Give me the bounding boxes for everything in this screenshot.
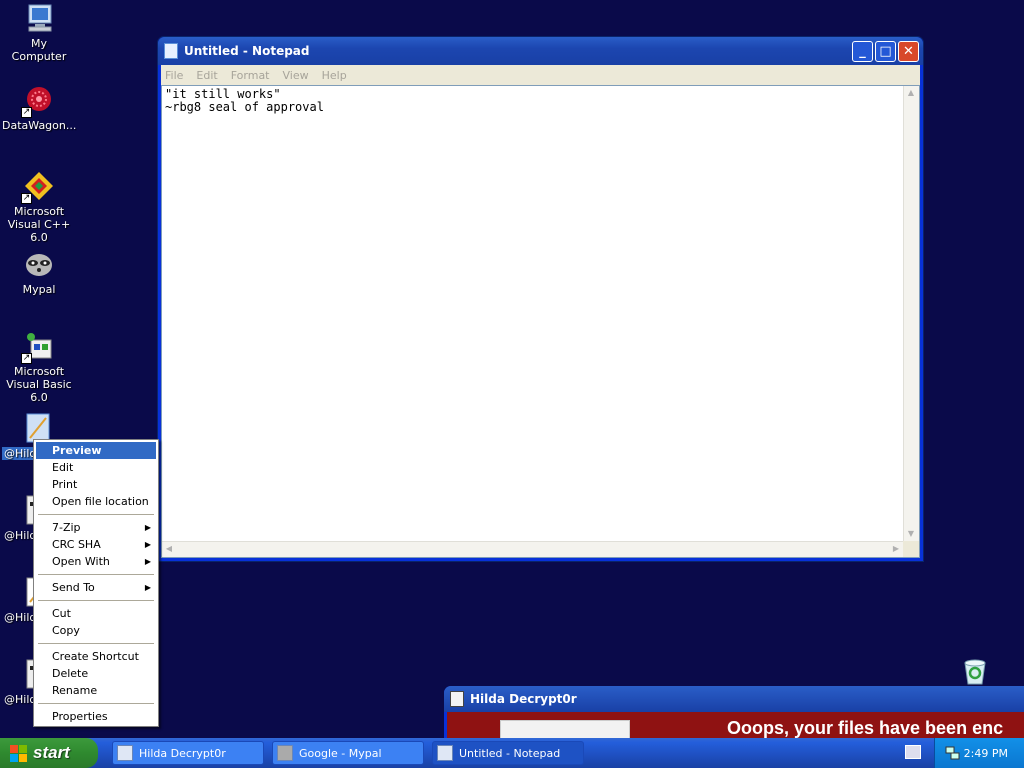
desktop-icon-visual-cpp[interactable]: ↗ Microsoft Visual C++ 6.0: [0, 170, 78, 244]
system-tray: 2:49 PM: [934, 738, 1024, 768]
hilda-decryptor-window[interactable]: Hilda Decrypt0r Ooops, your files have b…: [444, 686, 1024, 750]
start-label: start: [33, 743, 70, 762]
horizontal-scrollbar[interactable]: ◀ ▶: [162, 541, 903, 557]
notepad-icon: [437, 745, 453, 761]
menu-item-cut[interactable]: Cut: [36, 605, 156, 622]
menu-item-label: Open With: [52, 555, 110, 568]
menu-separator: [38, 703, 154, 704]
menu-separator: [38, 514, 154, 515]
desktop-icon-label: Microsoft Visual C++ 6.0: [7, 205, 71, 244]
menu-separator: [38, 600, 154, 601]
shortcut-arrow-icon: ↗: [21, 107, 32, 118]
menu-edit[interactable]: Edit: [196, 69, 217, 82]
notepad-text-area[interactable]: "it still works" ~rbg8 seal of approval …: [161, 85, 920, 558]
menu-item-label: 7-Zip: [52, 521, 81, 534]
menu-item-delete[interactable]: Delete: [36, 665, 156, 682]
submenu-arrow-icon: ▶: [144, 540, 151, 549]
taskbar-button-hilda[interactable]: Hilda Decrypt0r: [112, 741, 264, 765]
shortcut-arrow-icon: ↗: [21, 193, 32, 204]
taskbar-button-mypal[interactable]: Google - Mypal: [272, 741, 424, 765]
menu-item-open-file-location[interactable]: Open file location: [36, 493, 156, 510]
context-menu: Preview Edit Print Open file location 7-…: [33, 439, 159, 727]
datawagon-icon: ↗: [21, 84, 55, 118]
my-computer-icon: [23, 2, 55, 34]
visual-cpp-icon: ↗: [21, 170, 55, 204]
hilda-app-icon: [117, 745, 133, 761]
submenu-arrow-icon: ▶: [144, 557, 151, 566]
mypal-raccoon-icon: [23, 248, 55, 280]
menu-item-send-to[interactable]: Send To ▶: [36, 579, 156, 596]
scroll-right-icon[interactable]: ▶: [889, 542, 903, 556]
start-button[interactable]: start: [0, 738, 98, 768]
menu-item-rename[interactable]: Rename: [36, 682, 156, 699]
clock[interactable]: 2:49 PM: [964, 747, 1008, 760]
minimize-button[interactable]: _: [852, 40, 873, 62]
windows-logo-icon: [10, 744, 27, 762]
menu-item-properties[interactable]: Properties: [36, 708, 156, 725]
notepad-title: Untitled - Notepad: [184, 44, 310, 58]
scroll-down-icon[interactable]: ▼: [904, 527, 918, 541]
scroll-left-icon[interactable]: ◀: [162, 542, 176, 556]
submenu-arrow-icon: ▶: [144, 583, 151, 592]
taskbar-button-label: Hilda Decrypt0r: [139, 746, 226, 760]
menu-view[interactable]: View: [283, 69, 309, 82]
maximize-button[interactable]: □: [875, 40, 896, 62]
menu-item-print[interactable]: Print: [36, 476, 156, 493]
visual-basic-icon: ↗: [21, 330, 55, 364]
vertical-scrollbar[interactable]: ▲ ▼: [903, 86, 919, 541]
close-button[interactable]: ✕: [898, 40, 919, 62]
menu-item-edit[interactable]: Edit: [36, 459, 156, 476]
menu-item-copy[interactable]: Copy: [36, 622, 156, 639]
network-icon[interactable]: [945, 745, 961, 761]
scroll-up-icon[interactable]: ▲: [904, 86, 918, 100]
menu-item-7zip[interactable]: 7-Zip ▶: [36, 519, 156, 536]
desktop-icon-mypal[interactable]: Mypal: [0, 248, 78, 296]
submenu-arrow-icon: ▶: [144, 523, 151, 532]
taskbar: start Hilda Decrypt0r Google - Mypal Unt…: [0, 738, 1024, 768]
notepad-icon: [164, 43, 178, 59]
hilda-titlebar[interactable]: Hilda Decrypt0r: [444, 686, 1024, 712]
keyboard-layout-icon[interactable]: [905, 745, 921, 759]
menu-item-open-with[interactable]: Open With ▶: [36, 553, 156, 570]
taskbar-button-label: Untitled - Notepad: [459, 746, 561, 760]
notepad-text[interactable]: "it still works" ~rbg8 seal of approval: [165, 88, 324, 114]
recycle-bin-icon[interactable]: [961, 657, 989, 685]
desktop-icon-datawagon[interactable]: ↗ DataWagon...: [0, 84, 78, 132]
size-grip[interactable]: [903, 541, 919, 557]
notepad-window[interactable]: Untitled - Notepad _ □ ✕ File Edit Forma…: [157, 36, 924, 562]
hilda-title: Hilda Decrypt0r: [470, 692, 577, 706]
hilda-app-icon: [450, 691, 464, 707]
desktop-icon-label: Microsoft Visual Basic 6.0: [6, 365, 72, 404]
desktop-icon-my-computer[interactable]: My Computer: [0, 2, 78, 63]
taskbar-button-notepad[interactable]: Untitled - Notepad: [432, 741, 584, 765]
desktop-icon-label: My Computer: [11, 37, 67, 63]
menu-item-label: CRC SHA: [52, 538, 101, 551]
desktop-icon-visual-basic[interactable]: ↗ Microsoft Visual Basic 6.0: [0, 330, 78, 404]
desktop-icon-label: Mypal: [22, 283, 56, 296]
taskbar-button-label: Google - Mypal: [299, 746, 382, 760]
menu-item-label: Send To: [52, 581, 95, 594]
menu-item-crc-sha[interactable]: CRC SHA ▶: [36, 536, 156, 553]
menu-file[interactable]: File: [165, 69, 183, 82]
menu-format[interactable]: Format: [231, 69, 270, 82]
desktop-icon-label: DataWagon...: [2, 119, 77, 132]
mypal-raccoon-icon: [277, 745, 293, 761]
menu-item-preview[interactable]: Preview: [36, 442, 156, 459]
menu-item-create-shortcut[interactable]: Create Shortcut: [36, 648, 156, 665]
ransom-message: Ooops, your files have been enc: [727, 718, 1004, 738]
menu-separator: [38, 643, 154, 644]
shortcut-arrow-icon: ↗: [21, 353, 32, 364]
menu-separator: [38, 574, 154, 575]
notepad-menubar: File Edit Format View Help: [161, 65, 920, 85]
menu-help[interactable]: Help: [322, 69, 347, 82]
notepad-titlebar[interactable]: Untitled - Notepad _ □ ✕: [158, 37, 923, 65]
